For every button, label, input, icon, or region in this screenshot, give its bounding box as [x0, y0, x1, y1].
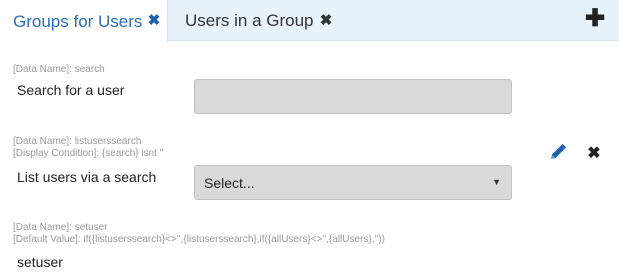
list-users-label: List users via a search [17, 169, 157, 185]
tab-label: Groups for Users [13, 11, 143, 31]
pencil-edit-icon[interactable] [549, 143, 567, 161]
close-tab-icon[interactable]: ✖ [318, 11, 334, 29]
dropdown-arrow-icon: ▼ [492, 177, 501, 187]
list-users-select[interactable]: Select... ▼ [194, 165, 512, 200]
add-tab-icon[interactable]: ✚ [585, 5, 605, 32]
search-label: Search for a user [17, 82, 125, 98]
tab-groups-for-users[interactable]: Groups for Users ✖ [0, 0, 168, 42]
search-input[interactable] [194, 79, 512, 114]
field-meta-data-name: [Data Name]: setuser [13, 222, 108, 233]
tab-users-in-a-group[interactable]: Users in a Group ✖ [168, 0, 348, 41]
field-meta-default-value: [Default Value]: if({listuserssearch}<>'… [13, 234, 385, 245]
select-value: Select... [204, 174, 255, 191]
field-meta-display-condition: [Display Condition]: {search} isnt '' [13, 148, 164, 159]
tab-label: Users in a Group [185, 11, 314, 30]
field-meta-data-name: [Data Name]: search [13, 64, 105, 75]
tab-bar: Groups for Users ✖ Users in a Group ✖ ✚ [0, 0, 619, 42]
setuser-label: setuser [17, 254, 63, 270]
close-tab-icon[interactable]: ✖ [146, 11, 162, 29]
delete-icon[interactable]: ✖ [586, 144, 602, 162]
field-meta-data-name: [Data Name]: listuserssearch [13, 136, 142, 147]
